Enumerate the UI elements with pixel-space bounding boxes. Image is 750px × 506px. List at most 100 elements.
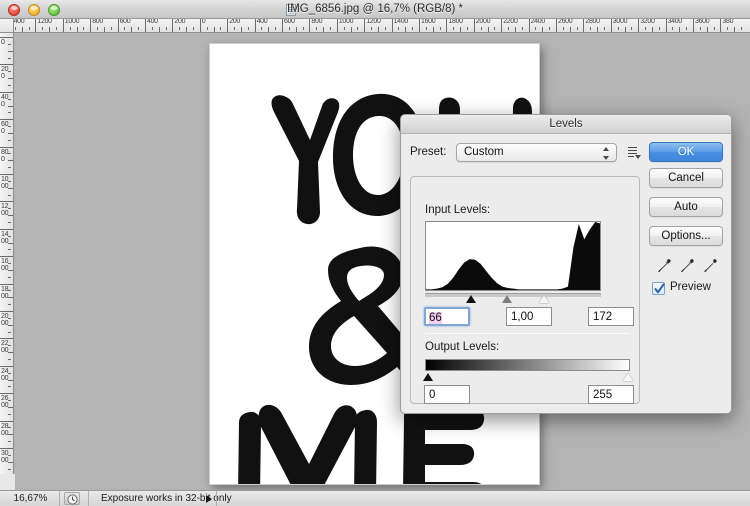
ruler-minor-tick <box>213 27 215 32</box>
ruler-tick <box>0 201 13 203</box>
ruler-label: 1600 <box>421 19 436 25</box>
ruler-minor-tick <box>8 345 11 347</box>
ruler-tick <box>0 365 13 367</box>
ruler-label: 2400 <box>530 19 546 25</box>
ruler-minor-tick <box>124 27 126 30</box>
cancel-button[interactable]: Cancel <box>649 168 723 188</box>
ruler-minor-tick <box>8 263 11 265</box>
output-black-field[interactable]: 0 <box>424 385 470 404</box>
ruler-minor-tick <box>569 27 571 32</box>
levels-dialog-body: Preset: Custom Input Levels: 66 1,00 172… <box>401 134 731 414</box>
output-black-point-slider[interactable] <box>423 373 433 381</box>
ruler-minor-tick <box>8 57 11 59</box>
set-black-point-eyedropper-icon[interactable] <box>656 258 672 274</box>
ruler-minor-tick <box>8 454 11 456</box>
ruler-minor-tick <box>8 304 11 306</box>
levels-dialog[interactable]: Levels Preset: Custom Input Levels: 66 1… <box>400 114 732 414</box>
ok-button[interactable]: OK <box>649 142 723 162</box>
ruler-minor-tick <box>624 27 626 32</box>
ruler-minor-tick <box>412 27 414 30</box>
preview-label: Preview <box>670 281 711 293</box>
input-levels-slider-track[interactable] <box>425 293 601 297</box>
ruler-minor-tick <box>487 27 489 32</box>
ruler-minor-tick <box>131 27 133 32</box>
ruler-label: 1200 <box>366 19 381 25</box>
ruler-minor-tick <box>8 400 11 402</box>
ruler-minor-tick <box>8 153 11 155</box>
ruler-minor-tick <box>288 27 290 30</box>
ruler-minor-tick <box>186 27 188 32</box>
input-black-point-field[interactable]: 66 <box>424 307 470 326</box>
ruler-minor-tick <box>8 78 13 80</box>
horizontal-ruler[interactable]: 1400 1200 1000 800 600 400 200 0 200 400 600 800 100… <box>0 19 750 33</box>
ruler-label: 3200 <box>640 19 655 25</box>
ruler-tick <box>0 420 13 422</box>
ruler-label: 1800 <box>448 19 463 25</box>
ruler-minor-tick <box>8 434 13 436</box>
ruler-tick <box>0 338 13 340</box>
ruler-label: 800 <box>92 19 103 25</box>
ruler-minor-tick <box>179 27 181 30</box>
ruler-minor-tick <box>686 27 688 30</box>
ruler-tick <box>62 19 64 32</box>
ruler-tick <box>0 311 13 312</box>
input-white-point-field[interactable]: 172 <box>588 307 634 326</box>
ruler-label: 3600 <box>695 19 710 25</box>
ruler-tick <box>665 19 667 32</box>
ruler-tick <box>35 19 37 32</box>
options-button[interactable]: Options... <box>649 226 723 246</box>
preview-checkbox[interactable] <box>652 282 665 295</box>
ruler-tick <box>0 448 13 449</box>
ruler-minor-tick <box>651 27 653 32</box>
ruler-label: 0 <box>201 19 206 25</box>
input-gamma-slider[interactable] <box>502 295 513 303</box>
ruler-minor-tick <box>631 27 633 30</box>
ruler-tick <box>336 19 338 32</box>
preset-select[interactable]: Custom <box>456 143 617 162</box>
input-white-point-slider[interactable] <box>538 295 549 303</box>
ruler-tick <box>0 37 13 38</box>
ruler-minor-tick <box>562 27 564 30</box>
preset-options-menu-icon[interactable] <box>628 146 641 159</box>
ruler-tick <box>0 174 13 175</box>
output-levels-gradient[interactable] <box>425 359 630 371</box>
input-gamma-field[interactable]: 1,00 <box>506 307 552 326</box>
ruler-minor-tick <box>8 139 11 141</box>
auto-button[interactable]: Auto <box>649 197 723 217</box>
ruler-minor-tick <box>617 27 619 30</box>
ruler-minor-tick <box>8 98 11 100</box>
set-gray-point-eyedropper-icon[interactable] <box>679 258 695 274</box>
output-white-point-slider[interactable] <box>623 373 633 381</box>
levels-dialog-titlebar[interactable]: Levels <box>401 115 731 134</box>
ruler-minor-tick <box>8 215 13 217</box>
ruler-minor-tick <box>466 27 468 30</box>
ruler-tick <box>282 19 283 32</box>
set-white-point-eyedropper-icon[interactable] <box>702 258 718 274</box>
vertical-ruler[interactable]: 0 200 400 600 800 1000 1200 1400 1600 1800 2000 220… <box>0 33 14 490</box>
zoom-level-field[interactable]: 16,67% <box>2 491 60 506</box>
ruler-minor-tick <box>49 27 51 32</box>
ruler-tick <box>199 19 201 32</box>
window-title: IMG_6856.jpg @ 16,7% (RGB/8) * <box>287 3 463 15</box>
ruler-minor-tick <box>549 27 551 30</box>
input-black-point-slider[interactable] <box>465 295 476 303</box>
clock-icon <box>67 494 78 505</box>
ruler-tick <box>720 19 722 32</box>
ruler-label: 3400 <box>667 19 683 25</box>
ruler-label: 2200 <box>503 19 518 25</box>
document-info-button[interactable] <box>64 492 80 505</box>
ruler-tick <box>556 19 557 32</box>
status-expand-arrow-icon[interactable] <box>206 495 212 503</box>
checkmark-icon <box>654 283 665 294</box>
ruler-minor-tick <box>268 27 270 32</box>
ruler-minor-tick <box>713 27 715 30</box>
ruler-tick <box>0 119 13 121</box>
ruler-minor-tick <box>8 50 13 52</box>
ruler-tick <box>309 19 311 32</box>
ruler-minor-tick <box>275 27 277 30</box>
output-white-field[interactable]: 255 <box>588 385 634 404</box>
ruler-label: 600 <box>119 19 131 25</box>
ruler-minor-tick <box>8 105 13 107</box>
ruler-label: 3000 <box>612 19 628 25</box>
ruler-tick <box>227 19 229 32</box>
